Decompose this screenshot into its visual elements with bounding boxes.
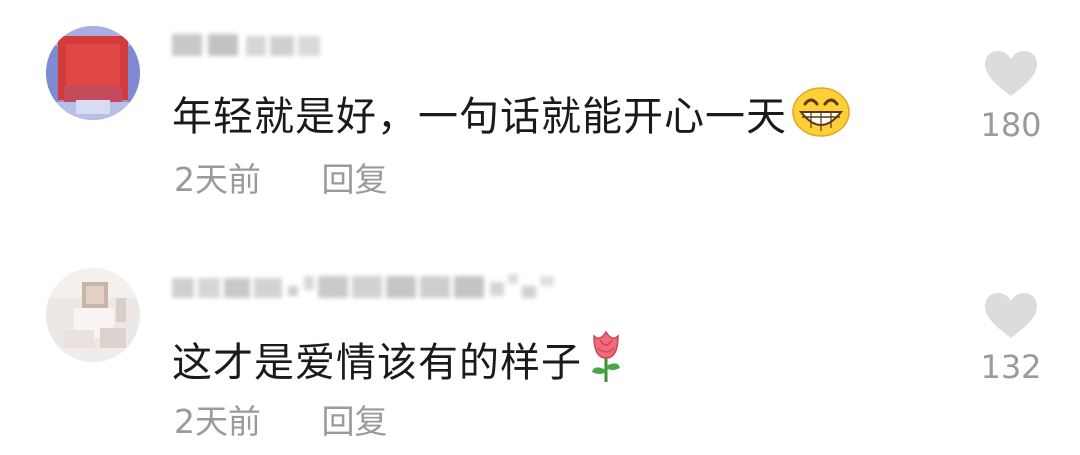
comment-text-content: 这才是爱情该有的样子: [172, 340, 582, 386]
avatar[interactable]: [46, 26, 140, 120]
comment-text-content: 年轻就是好，一句话就能开心一天: [172, 94, 787, 140]
like-count: 132: [980, 348, 1042, 386]
comment-item: 年轻就是好，一句话就能开心一天 2天前 回复 180: [0, 0, 1080, 220]
grinning-face-icon: [791, 86, 851, 149]
avatar[interactable]: [46, 268, 140, 362]
reply-button[interactable]: 回复: [322, 160, 388, 200]
heart-icon[interactable]: [983, 292, 1039, 340]
heart-icon[interactable]: [983, 50, 1039, 98]
username-blurred[interactable]: [172, 30, 322, 60]
comment-meta: 2天前 回复: [174, 160, 388, 200]
comment-time: 2天前: [174, 160, 261, 199]
comment-item: 这才是爱情该有的样子 2天前 回复 132: [0, 232, 1080, 452]
comment-text: 年轻就是好，一句话就能开心一天: [172, 86, 851, 149]
like-button[interactable]: 180: [974, 50, 1048, 144]
comment-time: 2天前: [174, 402, 261, 441]
username-blurred[interactable]: [172, 272, 562, 302]
like-button[interactable]: 132: [974, 292, 1048, 386]
reply-button[interactable]: 回复: [322, 402, 388, 442]
like-count: 180: [980, 106, 1042, 144]
comment-text: 这才是爱情该有的样子: [172, 328, 626, 395]
rose-icon: [586, 328, 626, 395]
comment-meta: 2天前 回复: [174, 402, 388, 442]
